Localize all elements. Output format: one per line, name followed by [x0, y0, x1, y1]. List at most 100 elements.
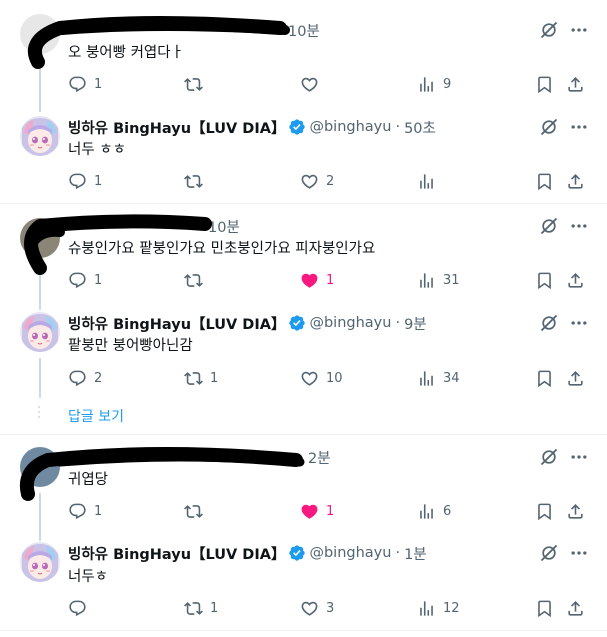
reply-button[interactable]: 1 — [68, 74, 102, 94]
bookmark-icon — [535, 502, 554, 521]
views-count: 12 — [443, 600, 460, 616]
views-count: 6 — [443, 503, 452, 519]
views-count: 9 — [443, 76, 452, 92]
grok-icon[interactable] — [539, 313, 559, 333]
views-button[interactable]: 31 — [417, 270, 460, 290]
reply-button[interactable] — [68, 598, 94, 618]
grok-icon[interactable] — [539, 543, 559, 563]
retweet-button[interactable] — [184, 270, 210, 290]
grok-icon[interactable] — [539, 20, 559, 40]
display-name[interactable]: 빙하유 BingHayu【LUV DIA】 — [68, 313, 285, 334]
bookmark-button[interactable] — [535, 171, 554, 191]
retweet-button[interactable] — [184, 171, 210, 191]
views-button[interactable] — [417, 171, 443, 191]
reply-icon — [68, 599, 87, 618]
grok-icon[interactable] — [539, 117, 559, 137]
tweet-1[interactable]: 10분 오 붕어빵 커엽다ㅏ 1 9 — [0, 0, 607, 112]
more-icon[interactable] — [569, 447, 589, 467]
like-count: 1 — [326, 503, 335, 519]
views-button[interactable]: 34 — [417, 368, 460, 388]
tweet-4[interactable]: 빙하유 BingHayu【LUV DIA】 @binghayu · 9분 팥붕만… — [0, 300, 607, 400]
share-button[interactable] — [566, 270, 585, 290]
views-button[interactable]: 6 — [417, 501, 451, 521]
tweet-time[interactable]: 50초 — [404, 117, 436, 138]
more-icon[interactable] — [569, 20, 589, 40]
bookmark-button[interactable] — [535, 598, 554, 618]
avatar-image — [20, 542, 60, 582]
reply-button[interactable]: 1 — [68, 270, 102, 290]
views-button[interactable]: 12 — [417, 598, 460, 618]
avatar[interactable] — [20, 312, 60, 352]
like-button[interactable]: 2 — [300, 171, 334, 191]
tweet-time[interactable]: 10분 — [288, 20, 320, 40]
grok-icon[interactable] — [539, 447, 559, 467]
like-button[interactable]: 10 — [300, 368, 343, 388]
verified-icon — [288, 118, 306, 136]
share-button[interactable] — [566, 598, 585, 618]
separator-dot: · — [395, 545, 401, 561]
reply-button[interactable]: 2 — [68, 368, 102, 388]
more-icon[interactable] — [569, 117, 589, 137]
avatar[interactable] — [20, 116, 60, 156]
tweet-time[interactable]: 9분 — [404, 313, 427, 334]
bookmark-button[interactable] — [535, 501, 554, 521]
bookmark-button[interactable] — [535, 368, 554, 388]
tweet-header: 빙하유 BingHayu【LUV DIA】 @binghayu · 9분 — [68, 313, 427, 333]
avatar[interactable] — [20, 542, 60, 582]
reply-icon — [68, 271, 87, 290]
tweet-time[interactable]: 10분 — [208, 216, 240, 236]
more-icon[interactable] — [569, 313, 589, 333]
tweet-top-icons — [539, 20, 589, 40]
handle[interactable]: @binghayu — [309, 119, 391, 135]
retweet-button[interactable]: 1 — [184, 368, 218, 388]
handle[interactable]: @binghayu — [309, 545, 391, 561]
like-count: 10 — [326, 370, 343, 386]
more-icon[interactable] — [569, 543, 589, 563]
retweet-button[interactable] — [184, 74, 210, 94]
avatar-image — [20, 312, 60, 352]
retweet-button[interactable]: 1 — [184, 598, 218, 618]
bookmark-button[interactable] — [535, 74, 554, 94]
share-button[interactable] — [566, 501, 585, 521]
share-button[interactable] — [566, 171, 585, 191]
tweet-text: 너두 ㅎㅎ — [68, 142, 126, 158]
tweet-time[interactable]: 2분 — [308, 447, 331, 467]
grok-icon[interactable] — [539, 216, 559, 236]
tweet-top-icons — [539, 543, 589, 563]
tweet-top-icons — [539, 117, 589, 137]
avatar[interactable] — [20, 447, 60, 487]
retweet-button[interactable] — [184, 501, 210, 521]
tweet-text: 오 붕어빵 커엽다ㅏ — [68, 45, 184, 61]
reply-button[interactable]: 1 — [68, 171, 102, 191]
views-button[interactable]: 9 — [417, 74, 451, 94]
like-button[interactable]: 1 — [300, 501, 334, 521]
handle[interactable]: @binghayu — [309, 315, 391, 331]
share-button[interactable] — [566, 368, 585, 388]
tweet-header: 빙하유 BingHayu【LUV DIA】 @binghayu · 1분 — [68, 543, 427, 563]
bookmark-button[interactable] — [535, 270, 554, 290]
bookmark-icon — [535, 369, 554, 388]
display-name[interactable]: 빙하유 BingHayu【LUV DIA】 — [68, 117, 285, 138]
share-button[interactable] — [566, 74, 585, 94]
views-count: 31 — [443, 272, 460, 288]
tweet-3[interactable]: 10분 슈붕인가요 팥붕인가요 민초붕인가요 피자붕인가요 1 1 31 — [0, 204, 607, 310]
like-button[interactable]: 3 — [300, 598, 334, 618]
like-button[interactable]: 1 — [300, 270, 334, 290]
reply-button[interactable]: 1 — [68, 501, 102, 521]
tweet-time[interactable]: 1분 — [404, 543, 427, 564]
tweet-6[interactable]: 빙하유 BingHayu【LUV DIA】 @binghayu · 1분 너두ㅎ… — [0, 532, 607, 637]
show-replies-link[interactable]: 답글 보기 — [68, 406, 124, 426]
share-icon — [566, 369, 585, 388]
tweet-5[interactable]: 2분 귀엽당 1 1 6 — [0, 435, 607, 541]
like-count: 1 — [326, 272, 335, 288]
reply-icon — [68, 369, 87, 388]
reply-icon — [68, 502, 87, 521]
like-button[interactable] — [300, 74, 326, 94]
avatar[interactable] — [20, 14, 60, 54]
tweet-2[interactable]: 빙하유 BingHayu【LUV DIA】 @binghayu · 50초 너두… — [0, 106, 607, 202]
like-icon — [300, 75, 319, 94]
more-icon[interactable] — [569, 216, 589, 236]
display-name[interactable]: 빙하유 BingHayu【LUV DIA】 — [68, 543, 285, 564]
views-icon — [417, 369, 436, 388]
avatar[interactable] — [20, 218, 60, 258]
